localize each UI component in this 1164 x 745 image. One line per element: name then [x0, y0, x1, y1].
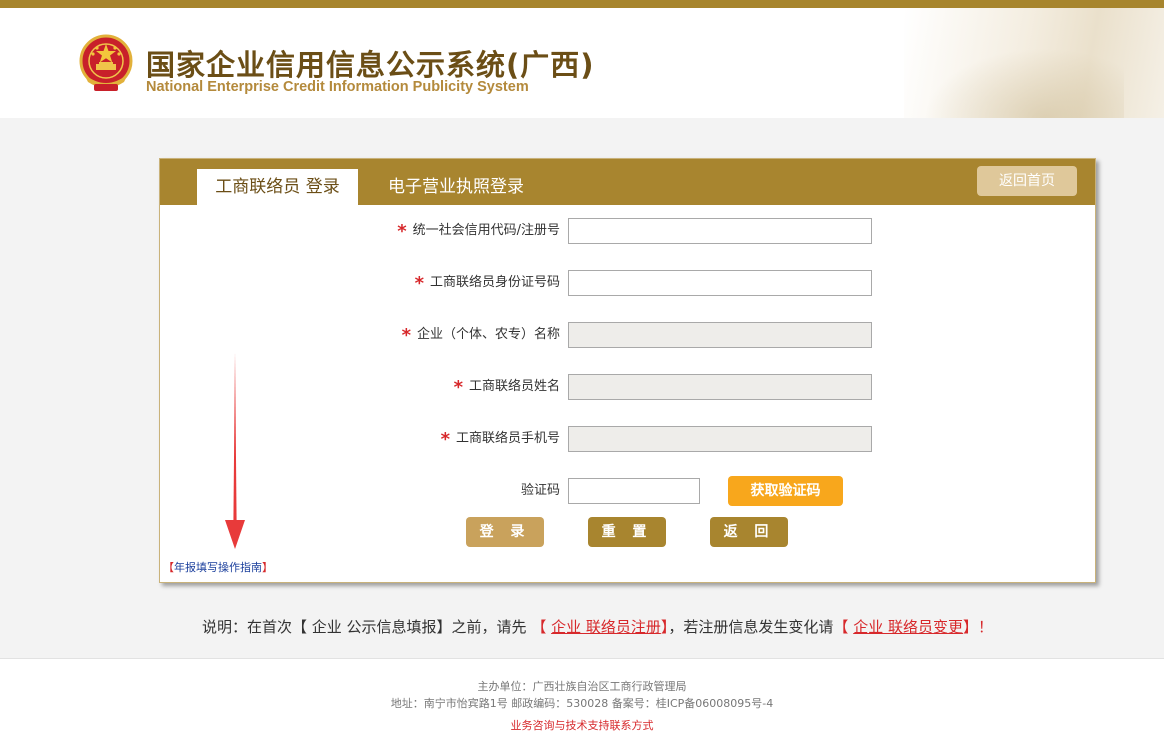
change-bracket-close: 】！	[962, 618, 993, 636]
captcha-label: 验证码	[520, 483, 560, 498]
change-bracket-open: 【	[833, 618, 854, 636]
footer-address: 地址：南宁市怡宾路1号 邮政编码：530028 备案号：桂ICP备0600809…	[390, 697, 774, 710]
form-row-captcha: 验证码	[370, 478, 560, 504]
required-mark: *	[414, 273, 424, 294]
footer-contact-link[interactable]: 业务咨询与技术支持联系方式	[511, 719, 654, 732]
id-number-label-wrap: * 工商联络员身份证号码	[415, 270, 560, 297]
notice-middle: ，若注册信息发生变化请	[668, 618, 834, 636]
form-row-company-name: * 企业（个体、农专）名称	[370, 322, 560, 348]
credit-code-label-wrap: * 统一社会信用代码/注册号	[397, 218, 560, 245]
site-footer: 主办单位：广西壮族自治区工商行政管理局 地址：南宁市怡宾路1号 邮政编码：530…	[0, 658, 1164, 745]
credit-code-label: 统一社会信用代码/注册号	[412, 223, 560, 238]
liaison-phone-input	[568, 426, 872, 452]
company-name-label-wrap: * 企业（个体、农专）名称	[402, 322, 560, 349]
id-number-label: 工商联络员身份证号码	[429, 275, 560, 290]
required-mark: *	[453, 377, 463, 398]
credit-code-input[interactable]	[568, 218, 872, 244]
form-row-liaison-name: * 工商联络员姓名	[370, 374, 560, 400]
id-number-input[interactable]	[568, 270, 872, 296]
tab-e-license-login[interactable]: 电子营业执照登录	[388, 171, 524, 203]
header-mountain-shade	[924, 48, 1124, 118]
site-header: 国家企业信用信息公示系统(广西) National Enterprise Cre…	[0, 8, 1164, 118]
captcha-input[interactable]	[568, 478, 700, 504]
back-home-button[interactable]: 返回首页	[977, 166, 1077, 196]
guide-bracket-open: 【	[163, 561, 174, 574]
top-accent-bar	[0, 0, 1164, 8]
back-button[interactable]: 返 回	[710, 517, 788, 547]
liaison-name-label-wrap: * 工商联络员姓名	[454, 374, 560, 401]
notice-prefix: 说明：在首次【 企业 公示信息填报】之前，请先	[202, 618, 532, 636]
company-name-input	[568, 322, 872, 348]
liaison-phone-label-wrap: * 工商联络员手机号	[441, 426, 560, 453]
red-down-arrow-icon	[225, 352, 245, 549]
liaison-phone-label: 工商联络员手机号	[455, 431, 560, 446]
required-mark: *	[440, 429, 450, 450]
get-captcha-button[interactable]: 获取验证码	[728, 476, 843, 506]
company-name-label: 企业（个体、农专）名称	[416, 327, 560, 342]
panel-header: 工商联络员 登录 电子营业执照登录 返回首页	[160, 159, 1095, 206]
form-row-id-number: * 工商联络员身份证号码	[370, 270, 560, 296]
footer-sponsor: 主办单位：广西壮族自治区工商行政管理局	[477, 680, 687, 693]
notice-text: 说明：在首次【 企业 公示信息填报】之前，请先 【 企业 联络员注册】，若注册信…	[202, 616, 993, 637]
form-row-liaison-phone: * 工商联络员手机号	[370, 426, 560, 452]
liaison-register-link[interactable]: 企业 联络员注册	[551, 618, 661, 636]
footer-contact-row: 业务咨询与技术支持联系方式	[0, 717, 1164, 733]
form-row-credit-code: * 统一社会信用代码/注册号	[370, 218, 560, 244]
reset-button[interactable]: 重 置	[588, 517, 666, 547]
required-mark: *	[397, 221, 407, 242]
required-mark: *	[401, 325, 411, 346]
national-emblem-icon	[79, 34, 133, 91]
guide-bracket-close: 】	[262, 561, 273, 574]
liaison-change-link[interactable]: 企业 联络员变更	[853, 618, 963, 636]
tab-liaison-login[interactable]: 工商联络员 登录	[197, 169, 358, 206]
register-bracket-open: 【	[531, 618, 552, 636]
annual-report-guide-link[interactable]: 【年报填写操作指南】	[163, 559, 273, 575]
login-button[interactable]: 登 录	[466, 517, 544, 547]
liaison-name-label: 工商联络员姓名	[468, 379, 560, 394]
site-title-en: National Enterprise Credit Information P…	[146, 79, 529, 95]
site-title-cn: 国家企业信用信息公示系统(广西)	[146, 48, 595, 82]
guide-text: 年报填写操作指南	[174, 561, 262, 574]
liaison-name-input	[568, 374, 872, 400]
